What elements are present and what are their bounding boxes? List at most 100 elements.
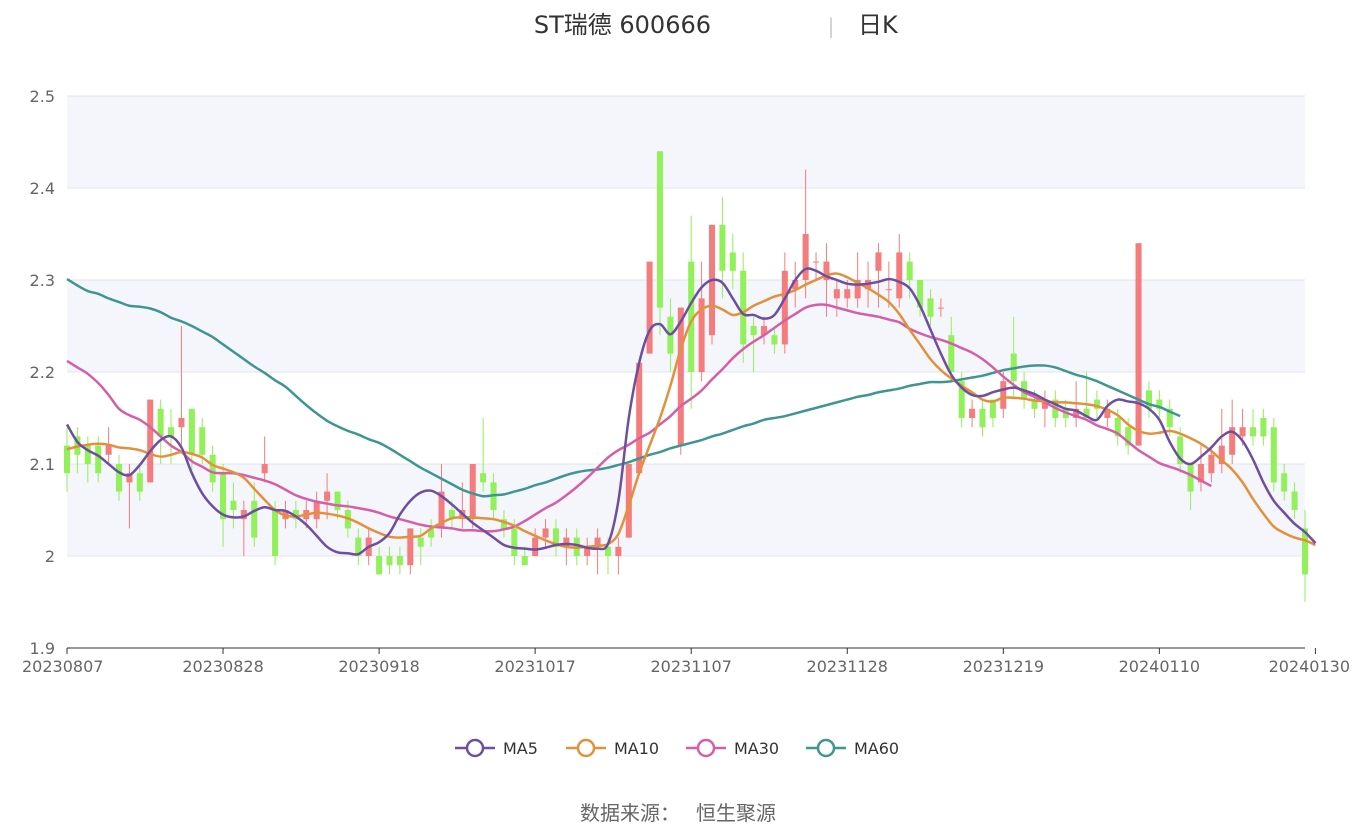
y-tick-label: 2.2 <box>30 363 55 382</box>
candle-body <box>1270 427 1277 483</box>
candle-body <box>521 556 528 566</box>
candle-body <box>677 307 684 446</box>
y-tick-label: 1.9 <box>30 639 55 658</box>
candle-body <box>885 289 892 291</box>
candle-body <box>948 335 955 372</box>
legend: MA5 MA10 MA30 MA60 <box>455 738 899 758</box>
candle-body <box>230 500 237 510</box>
y-axis: 1.9 2 2.1 2.2 2.3 2.4 2.5 <box>30 87 55 658</box>
source-name: 恒生聚源 <box>696 801 776 825</box>
candle-body <box>147 399 154 483</box>
x-tick-label: 20231128 <box>807 657 888 676</box>
candle-body <box>750 326 757 336</box>
candle-body <box>896 252 903 299</box>
candle <box>147 399 154 483</box>
candle-body <box>209 454 216 483</box>
legend-item-ma10[interactable]: MA10 <box>566 738 659 758</box>
candle-body <box>417 537 424 547</box>
candle-body <box>188 408 195 455</box>
legend-marker-icon <box>465 738 485 758</box>
candle-body <box>396 556 403 566</box>
candle-body <box>542 528 549 538</box>
candle-body <box>157 408 164 437</box>
candle-body <box>969 408 976 418</box>
legend-label: MA30 <box>734 739 779 758</box>
candle-body <box>261 464 268 474</box>
candle-body <box>979 408 986 428</box>
candle-body <box>927 298 934 317</box>
y-tick-label: 2.1 <box>30 455 55 474</box>
candle <box>677 307 684 455</box>
x-tick-label: 20230918 <box>338 657 419 676</box>
candle-body <box>1187 464 1194 492</box>
candle-body <box>532 537 539 556</box>
legend-marker-icon <box>576 738 596 758</box>
plot-band <box>67 188 1305 280</box>
candle-body <box>376 556 383 575</box>
y-tick-label: 2.5 <box>30 87 55 106</box>
candle-body <box>740 270 747 345</box>
chart-title-right: 日K <box>858 11 899 39</box>
candle-body <box>178 418 185 428</box>
x-tick-label: 20230828 <box>182 657 263 676</box>
y-tick-label: 2.3 <box>30 271 55 290</box>
candle-body <box>781 270 788 345</box>
plot-band <box>67 96 1305 188</box>
candle-body <box>771 335 778 345</box>
candle-body <box>324 491 331 501</box>
x-tick-label: 20231107 <box>650 657 731 676</box>
candle-body <box>1291 491 1298 510</box>
title-separator: | <box>828 14 835 38</box>
candle-body <box>1239 427 1246 437</box>
y-tick-label: 2.4 <box>30 179 55 198</box>
candle-body <box>1000 381 1007 409</box>
candle-body <box>729 252 736 271</box>
candle-body <box>615 546 622 556</box>
candle-body <box>813 261 820 263</box>
x-tick-label: 20240130 <box>1269 657 1350 676</box>
candle-body <box>875 252 882 271</box>
candle-body <box>511 528 518 556</box>
candle-body <box>1135 243 1142 446</box>
candle-body <box>115 464 123 492</box>
x-tick-label: 20240110 <box>1119 657 1200 676</box>
plot-band <box>67 556 1305 648</box>
candle-body <box>802 234 809 280</box>
candle-body <box>407 528 414 566</box>
candle-body <box>251 500 258 538</box>
legend-marker-icon <box>696 738 716 758</box>
candle <box>1135 243 1142 446</box>
candle-body <box>1260 418 1267 437</box>
candle-body <box>95 445 102 474</box>
legend-item-ma60[interactable]: MA60 <box>806 738 899 758</box>
candle-body <box>1208 454 1215 474</box>
candle-body <box>656 151 664 308</box>
candle <box>708 224 716 345</box>
candle-body <box>313 500 320 520</box>
legend-label: MA10 <box>614 739 659 758</box>
x-tick-label: 20230807 <box>22 657 103 676</box>
plot-band <box>67 280 1305 372</box>
legend-item-ma30[interactable]: MA30 <box>686 738 779 758</box>
candle-body <box>937 307 944 309</box>
kline-chart: ST瑞德 600666 | 日K 1.9 2 2.1 2.2 2.3 2.4 2.5 202… <box>22 11 1350 825</box>
x-axis: 20230807 20230828 20230918 20231017 20231107… <box>22 647 1350 676</box>
candle-body <box>1249 427 1257 437</box>
candle-body <box>480 473 487 483</box>
candle-body <box>386 556 393 566</box>
candle-body <box>646 261 653 354</box>
candle-body <box>1281 473 1288 492</box>
x-tick-label: 20231017 <box>494 657 575 676</box>
candle-body <box>906 261 913 280</box>
legend-item-ma5[interactable]: MA5 <box>455 738 538 758</box>
candle-body <box>105 445 112 455</box>
candle-body <box>136 473 143 492</box>
chart-title-left: ST瑞德 600666 <box>534 11 711 39</box>
source-label: 数据来源： <box>580 801 680 825</box>
candle <box>1270 418 1277 492</box>
candle-body <box>272 510 279 556</box>
candle-body <box>844 289 851 299</box>
candle-body <box>719 224 726 271</box>
legend-label: MA60 <box>854 739 899 758</box>
candle-body <box>199 427 206 455</box>
